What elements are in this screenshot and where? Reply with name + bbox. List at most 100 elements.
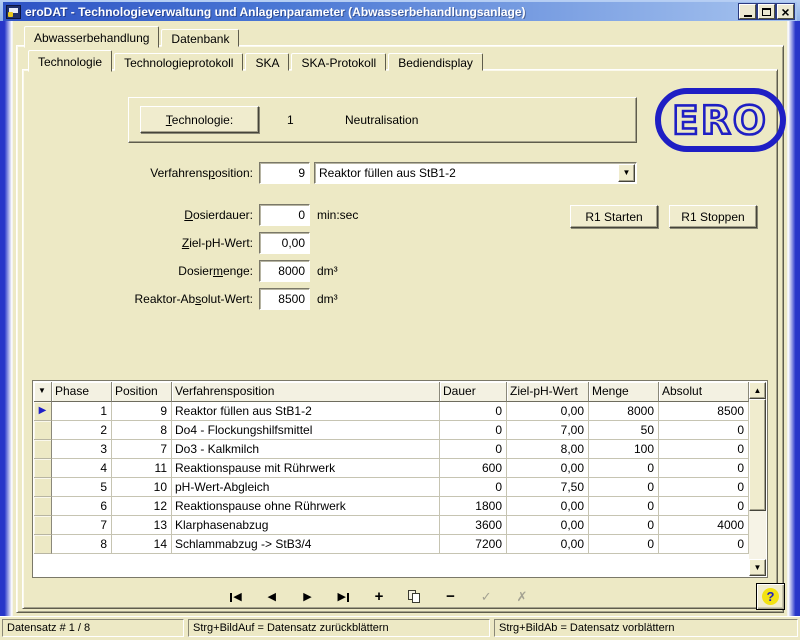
table-cell[interactable]: 14 bbox=[112, 535, 172, 554]
row-indicator-cell[interactable] bbox=[34, 421, 52, 440]
table-cell[interactable]: 50 bbox=[589, 421, 659, 440]
table-cell[interactable]: 0,00 bbox=[507, 535, 589, 554]
post-edit-button[interactable]: ✓ bbox=[473, 587, 499, 607]
column-header-verfahrensposition[interactable]: Verfahrensposition bbox=[172, 382, 440, 402]
table-cell[interactable]: 0 bbox=[589, 459, 659, 478]
maximize-button[interactable] bbox=[758, 4, 775, 19]
table-cell[interactable]: 0 bbox=[440, 402, 507, 421]
r1-stoppen-button[interactable]: R1 Stoppen bbox=[669, 205, 757, 228]
table-cell[interactable]: 8 bbox=[52, 535, 112, 554]
table-cell[interactable]: 600 bbox=[440, 459, 507, 478]
table-cell[interactable]: 3 bbox=[52, 440, 112, 459]
table-cell[interactable]: 0,00 bbox=[507, 402, 589, 421]
tab-ska[interactable]: SKA bbox=[245, 53, 289, 71]
table-cell[interactable]: 100 bbox=[589, 440, 659, 459]
scroll-up-button[interactable]: ▲ bbox=[749, 382, 766, 399]
table-cell[interactable]: 2 bbox=[52, 421, 112, 440]
insert-record-button[interactable]: + bbox=[366, 587, 392, 607]
table-cell[interactable]: 8 bbox=[112, 421, 172, 440]
column-header-dauer[interactable]: Dauer bbox=[440, 382, 507, 402]
table-cell[interactable]: 8000 bbox=[589, 402, 659, 421]
table-cell[interactable]: 0 bbox=[589, 535, 659, 554]
table-cell[interactable]: 5 bbox=[52, 478, 112, 497]
grid-options-icon[interactable]: ▼ bbox=[34, 382, 52, 402]
table-cell[interactable]: 0,00 bbox=[507, 459, 589, 478]
row-indicator-cell[interactable] bbox=[34, 516, 52, 535]
table-cell[interactable]: 0 bbox=[440, 478, 507, 497]
combo-dropdown-button[interactable]: ▼ bbox=[618, 164, 635, 182]
tab-technologie[interactable]: Technologie bbox=[28, 50, 112, 72]
dosierdauer-input[interactable] bbox=[259, 204, 310, 226]
close-button[interactable]: × bbox=[777, 4, 794, 19]
row-indicator-cell[interactable] bbox=[34, 459, 52, 478]
table-cell[interactable]: 0 bbox=[440, 421, 507, 440]
table-cell[interactable]: 7 bbox=[52, 516, 112, 535]
table-cell[interactable]: 1800 bbox=[440, 497, 507, 516]
tab-datenbank[interactable]: Datenbank bbox=[161, 29, 239, 47]
table-cell[interactable]: 11 bbox=[112, 459, 172, 478]
table-cell[interactable]: 7 bbox=[112, 440, 172, 459]
column-header-ziel-ph-wert[interactable]: Ziel-pH-Wert bbox=[507, 382, 589, 402]
table-cell[interactable]: Reaktionspause ohne Rührwerk bbox=[172, 497, 440, 516]
table-cell[interactable]: 7,00 bbox=[507, 421, 589, 440]
table-cell[interactable]: 1 bbox=[52, 402, 112, 421]
column-header-menge[interactable]: Menge bbox=[589, 382, 659, 402]
table-cell[interactable]: 0,00 bbox=[507, 497, 589, 516]
table-cell[interactable]: 0 bbox=[659, 535, 749, 554]
table-cell[interactable]: 8,00 bbox=[507, 440, 589, 459]
minimize-button[interactable] bbox=[739, 4, 756, 19]
cancel-edit-button[interactable]: ✗ bbox=[509, 587, 535, 607]
tab-technologieprotokoll[interactable]: Technologieprotokoll bbox=[114, 53, 243, 71]
table-cell[interactable]: 10 bbox=[112, 478, 172, 497]
row-indicator-cell[interactable] bbox=[34, 497, 52, 516]
table-cell[interactable]: Schlammabzug -> StB3/4 bbox=[172, 535, 440, 554]
row-indicator-cell[interactable] bbox=[34, 535, 52, 554]
table-cell[interactable]: Klarphasenabzug bbox=[172, 516, 440, 535]
table-cell[interactable]: 3600 bbox=[440, 516, 507, 535]
table-cell[interactable]: Reaktionspause mit Rührwerk bbox=[172, 459, 440, 478]
table-cell[interactable]: Reaktor füllen aus StB1-2 bbox=[172, 402, 440, 421]
table-cell[interactable]: 13 bbox=[112, 516, 172, 535]
scroll-down-button[interactable]: ▼ bbox=[749, 559, 766, 576]
table-cell[interactable]: 0 bbox=[589, 497, 659, 516]
table-cell[interactable]: 4000 bbox=[659, 516, 749, 535]
row-indicator-cell[interactable]: ▶ bbox=[34, 402, 52, 421]
column-header-phase[interactable]: Phase bbox=[52, 382, 112, 402]
row-indicator-cell[interactable] bbox=[34, 440, 52, 459]
table-cell[interactable]: Do3 - Kalkmilch bbox=[172, 440, 440, 459]
table-cell[interactable]: 6 bbox=[52, 497, 112, 516]
dosiermenge-input[interactable] bbox=[259, 260, 310, 282]
table-cell[interactable]: 0 bbox=[659, 478, 749, 497]
table-cell[interactable]: pH-Wert-Abgleich bbox=[172, 478, 440, 497]
title-bar[interactable]: eroDAT - Technologieverwaltung und Anlag… bbox=[3, 2, 797, 21]
table-scrollbar[interactable]: ▲ ▼ bbox=[749, 382, 766, 576]
table-cell[interactable]: 0 bbox=[589, 516, 659, 535]
table-cell[interactable]: 0 bbox=[589, 478, 659, 497]
reaktor-absolut-wert-input[interactable] bbox=[259, 288, 310, 310]
delete-record-button[interactable]: − bbox=[438, 587, 464, 607]
table-cell[interactable]: 0 bbox=[659, 440, 749, 459]
last-record-button[interactable]: ▶ bbox=[330, 587, 356, 607]
table-cell[interactable]: 4 bbox=[52, 459, 112, 478]
prior-record-button[interactable]: ◀ bbox=[259, 587, 285, 607]
tab-abwasserbehandlung[interactable]: Abwasserbehandlung bbox=[24, 26, 159, 48]
technologie-button[interactable]: Technologie: bbox=[140, 106, 259, 133]
table-cell[interactable]: 0 bbox=[440, 440, 507, 459]
verfahrensposition-input[interactable] bbox=[259, 162, 310, 184]
table-cell[interactable]: 7,50 bbox=[507, 478, 589, 497]
tab-bediendisplay[interactable]: Bediendisplay bbox=[388, 53, 483, 71]
table-cell[interactable]: 0 bbox=[659, 459, 749, 478]
row-indicator-cell[interactable] bbox=[34, 478, 52, 497]
first-record-button[interactable]: ◀ bbox=[223, 587, 249, 607]
tab-ska-protokoll[interactable]: SKA-Protokoll bbox=[291, 53, 386, 71]
r1-starten-button[interactable]: R1 Starten bbox=[570, 205, 658, 228]
table-cell[interactable]: 12 bbox=[112, 497, 172, 516]
column-header-position[interactable]: Position bbox=[112, 382, 172, 402]
column-header-absolut[interactable]: Absolut bbox=[659, 382, 749, 402]
table-cell[interactable]: Do4 - Flockungshilfsmittel bbox=[172, 421, 440, 440]
table-cell[interactable]: 0,00 bbox=[507, 516, 589, 535]
table-cell[interactable]: 7200 bbox=[440, 535, 507, 554]
copy-record-button[interactable] bbox=[402, 587, 428, 607]
table-cell[interactable]: 0 bbox=[659, 421, 749, 440]
table-cell[interactable]: 8500 bbox=[659, 402, 749, 421]
